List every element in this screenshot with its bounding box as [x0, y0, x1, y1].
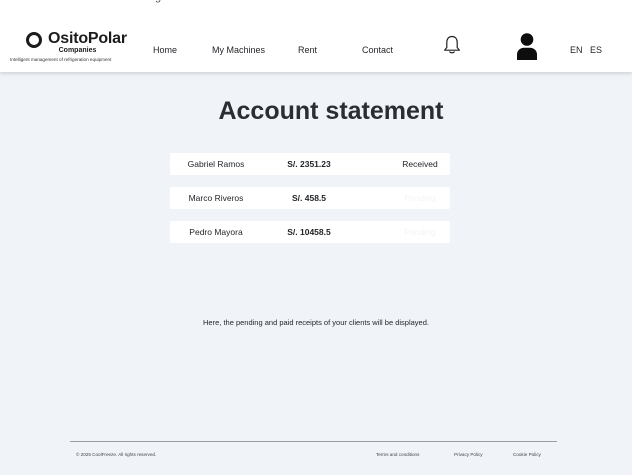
- page-title: Account statement: [218, 97, 444, 125]
- footer-cookie-link[interactable]: Cookie Policy: [513, 452, 541, 457]
- status-badge: Pending: [404, 227, 436, 237]
- user-icon[interactable]: [516, 33, 538, 60]
- footer-terms-link[interactable]: Terms and conditions: [376, 452, 419, 457]
- status-badge: Pending: [404, 193, 436, 203]
- header: OsitoPolar Companies Intelligent managem…: [0, 6, 632, 72]
- client-name: Gabriel Ramos: [187, 159, 245, 169]
- lang-es[interactable]: ES: [590, 45, 602, 55]
- nav-rent[interactable]: Rent: [298, 45, 317, 55]
- status-badge: Received: [402, 159, 438, 169]
- nav-home[interactable]: Home: [153, 45, 177, 55]
- lang-en[interactable]: EN: [570, 45, 583, 55]
- footer-privacy-link[interactable]: Privacy Policy: [454, 452, 483, 457]
- bell-icon[interactable]: [443, 35, 461, 55]
- logo-ring-icon: [26, 32, 42, 48]
- footer-divider: [70, 441, 557, 442]
- nav-contact[interactable]: Contact: [362, 45, 393, 55]
- client-name: Pedro Mayora: [189, 227, 243, 237]
- brand-sub: Companies: [58, 47, 97, 54]
- statement-row: Marco Riveros S/. 458.5 Pending: [170, 187, 450, 209]
- info-note: Here, the pending and paid receipts of y…: [203, 318, 429, 327]
- client-name: Marco Riveros: [188, 193, 244, 203]
- nav-my-machines[interactable]: My Machines: [212, 45, 265, 55]
- top-strip-text: g: [155, 0, 161, 3]
- amount: S/. 10458.5: [287, 227, 331, 237]
- amount: S/. 2351.23: [287, 159, 331, 169]
- brand-name: OsitoPolar: [48, 30, 127, 47]
- statement-row: Pedro Mayora S/. 10458.5 Pending: [170, 221, 450, 243]
- statement-row: Gabriel Ramos S/. 2351.23 Received: [170, 153, 450, 175]
- amount: S/. 458.5: [291, 193, 327, 203]
- brand-tagline: Intelligent management of refrigeration …: [10, 57, 112, 62]
- footer-copyright: © 2025 CoolFreeze. All rights reserved.: [76, 452, 157, 457]
